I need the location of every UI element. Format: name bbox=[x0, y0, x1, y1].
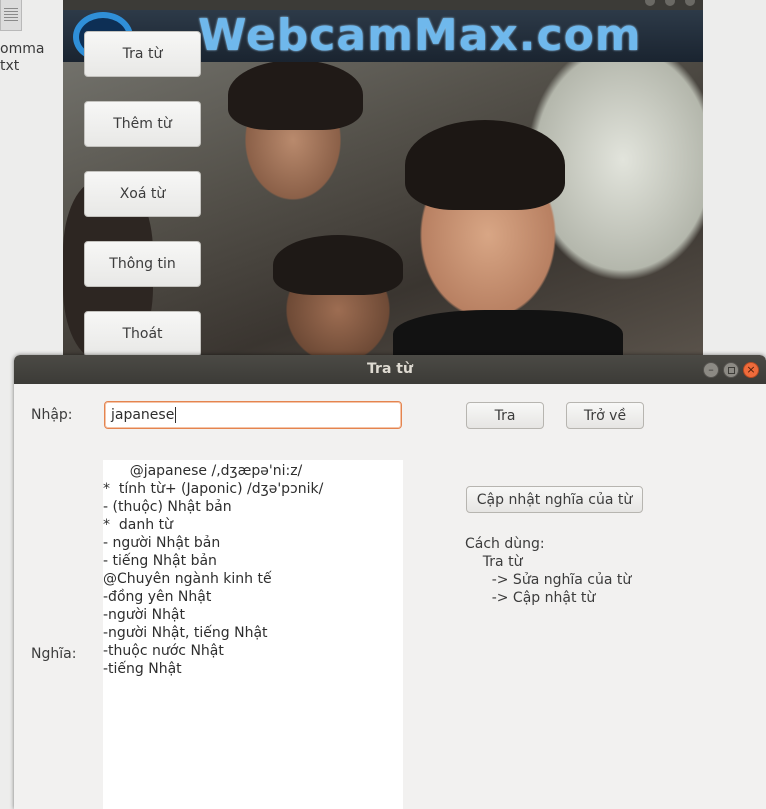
meaning-line: * tính từ+ (Japonic) /dʒə'pɔnik/ bbox=[103, 481, 324, 497]
menu-button-add-word[interactable]: Thêm từ bbox=[84, 101, 201, 147]
menu-button-exit[interactable]: Thoát bbox=[84, 311, 201, 357]
meaning-line: -thuộc nước Nhật bbox=[103, 643, 224, 659]
meaning-line: -đồng yên Nhật bbox=[103, 589, 212, 605]
meaning-line: * danh từ bbox=[103, 517, 173, 533]
back-button[interactable]: Trở về bbox=[566, 402, 644, 429]
close-icon[interactable] bbox=[685, 0, 695, 6]
meaning-label: Nghĩa: bbox=[31, 646, 77, 662]
menu-button-info[interactable]: Thông tin bbox=[84, 241, 201, 287]
meaning-textarea[interactable]: @japanese /,dʒæpə'ni:z/ * tính từ+ (Japo… bbox=[103, 460, 403, 809]
meaning-line: @Chuyên ngành kinh tế bbox=[103, 571, 272, 587]
menu-button-lookup[interactable]: Tra từ bbox=[84, 31, 201, 77]
meaning-line: -người Nhật bbox=[103, 607, 186, 623]
lookup-dialog: Tra từ – × Nhập: japanese Tra Trở về Ngh… bbox=[14, 355, 766, 809]
usage-line: Tra từ bbox=[465, 554, 523, 570]
meaning-line: @japanese /,dʒæpə'ni:z/ bbox=[103, 463, 303, 479]
usage-line: Cách dùng: bbox=[465, 536, 545, 552]
dialog-title: Tra từ bbox=[367, 361, 413, 377]
meaning-line: -người Nhật, tiếng Nhật bbox=[103, 625, 268, 641]
input-label: Nhập: bbox=[31, 407, 73, 423]
maximize-icon[interactable] bbox=[723, 362, 739, 378]
desktop-file[interactable]: omma txt bbox=[0, 0, 44, 80]
desktop-file-label: omma txt bbox=[0, 41, 45, 74]
text-file-icon bbox=[0, 0, 22, 31]
meaning-line: - (thuộc) Nhật bản bbox=[103, 499, 232, 515]
word-input[interactable]: japanese bbox=[104, 401, 402, 429]
usage-line: -> Cập nhật từ bbox=[465, 590, 596, 606]
meaning-line: - người Nhật bản bbox=[103, 535, 221, 551]
desktop: omma txt WebcamMax.com Tra từ Thêm từ Xo… bbox=[0, 0, 766, 809]
text-caret bbox=[175, 407, 177, 423]
usage-line: -> Sửa nghĩa của từ bbox=[465, 572, 632, 588]
maximize-icon[interactable] bbox=[665, 0, 675, 6]
close-icon[interactable]: × bbox=[743, 362, 759, 378]
usage-instructions: Cách dùng: Tra từ -> Sửa nghĩa của từ ->… bbox=[465, 535, 631, 607]
menu-button-delete-word[interactable]: Xoá từ bbox=[84, 171, 201, 217]
update-meaning-button[interactable]: Cập nhật nghĩa của từ bbox=[466, 486, 643, 513]
meaning-line: -tiếng Nhật bbox=[103, 661, 182, 677]
word-input-value: japanese bbox=[111, 407, 175, 423]
meaning-line: - tiếng Nhật bản bbox=[103, 553, 217, 569]
search-button[interactable]: Tra bbox=[466, 402, 544, 429]
dialog-titlebar[interactable]: Tra từ – × bbox=[14, 355, 766, 384]
minimize-icon[interactable]: – bbox=[703, 362, 719, 378]
main-window-titlebar bbox=[63, 0, 703, 10]
minimize-icon[interactable] bbox=[645, 0, 655, 6]
banner-text: WebcamMax.com bbox=[198, 10, 642, 61]
